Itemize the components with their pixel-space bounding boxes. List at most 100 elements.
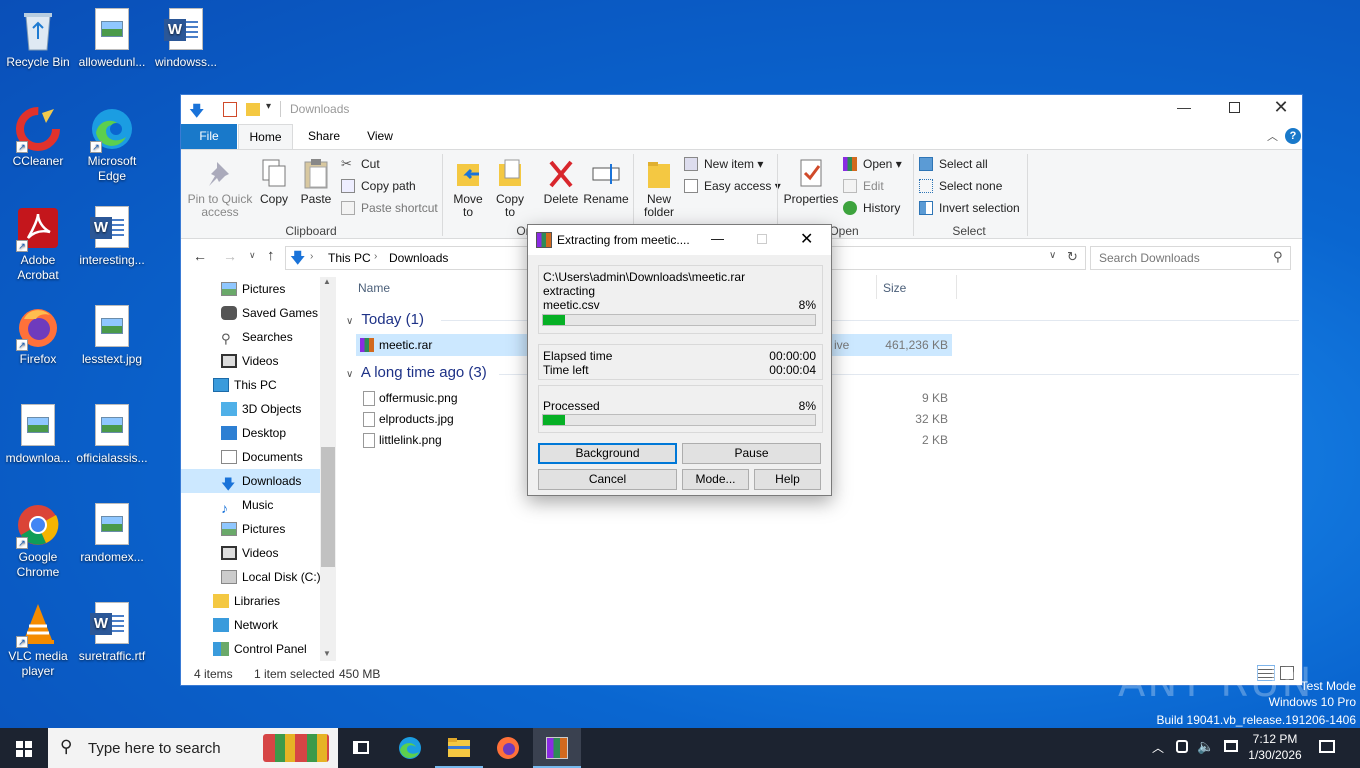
nav-item-music[interactable]: ♪ Music — [181, 493, 321, 517]
desktop-icon-file[interactable]: allowedunl... — [74, 8, 150, 70]
tab-home[interactable]: Home — [238, 124, 293, 150]
taskbar-firefox[interactable] — [484, 728, 532, 768]
desktop-icon-file[interactable]: officialassis... — [74, 404, 150, 466]
group-header-today[interactable]: ∨ Today (1) — [346, 311, 424, 328]
paste-button[interactable]: Paste — [297, 158, 335, 206]
easy-access-button[interactable]: Easy access ▾ — [684, 176, 781, 196]
rename-button[interactable]: Rename — [583, 158, 629, 206]
nav-item-searches[interactable]: ⚲ Searches — [181, 325, 321, 349]
notifications-icon[interactable] — [1319, 740, 1335, 753]
copy-button[interactable]: Copy — [255, 158, 293, 206]
nav-item-documents[interactable]: Documents — [181, 445, 321, 469]
background-button[interactable]: Background — [538, 443, 677, 464]
invert-selection-button[interactable]: Invert selection — [919, 198, 1020, 218]
taskbar-file-explorer[interactable] — [435, 728, 483, 768]
new-item-button[interactable]: New item ▾ — [684, 154, 763, 174]
nav-scrollbar-thumb[interactable] — [321, 447, 335, 567]
desktop-icon-recycle-bin[interactable]: Recycle Bin — [0, 8, 76, 70]
nav-item-videos[interactable]: Videos — [181, 541, 321, 565]
taskbar-search-input[interactable]: Type here to search — [88, 740, 221, 757]
recent-locations-icon[interactable]: ∨ — [249, 250, 256, 261]
desktop-icon-file[interactable]: lesstext.jpg — [74, 305, 150, 367]
show-hidden-icons-button[interactable]: ︿ — [1152, 739, 1164, 756]
search-input[interactable]: Search Downloads — [1099, 251, 1200, 265]
pin-quick-access-button[interactable]: Pin to Quick access — [185, 158, 255, 219]
dialog-close-button[interactable]: ✕ — [800, 229, 813, 249]
nav-item-libraries[interactable]: Libraries — [181, 589, 321, 613]
delete-button[interactable]: Delete — [539, 158, 583, 206]
tab-view[interactable]: View — [355, 124, 405, 149]
nav-item-network[interactable]: Network — [181, 613, 321, 637]
nav-item-desktop[interactable]: Desktop — [181, 421, 321, 445]
dialog-minimize-button[interactable]: — — [711, 231, 724, 246]
nav-item-downloads[interactable]: 🡇 Downloads — [181, 469, 321, 493]
pause-button[interactable]: Pause — [682, 443, 821, 464]
tab-share[interactable]: Share — [299, 124, 349, 149]
desktop-icon-ccleaner[interactable]: ↗ CCleaner — [0, 107, 76, 169]
minimize-button[interactable]: — — [1174, 99, 1194, 115]
forward-button[interactable]: → — [223, 248, 237, 264]
address-dropdown-icon[interactable]: ∨ — [1049, 250, 1056, 261]
column-header-name[interactable]: Name — [358, 281, 390, 295]
nav-item-pictures[interactable]: Pictures — [181, 277, 321, 301]
mode-button[interactable]: Mode... — [682, 469, 749, 490]
copy-path-button[interactable]: Copy path — [341, 176, 416, 196]
nav-scrollbar[interactable]: ▲ ▼ — [320, 277, 336, 661]
back-button[interactable]: ← — [193, 248, 207, 264]
taskbar-winrar[interactable] — [533, 728, 581, 768]
copy-to-button[interactable]: Copy to — [491, 158, 529, 219]
desktop-icon-file[interactable]: W interesting... — [74, 206, 150, 268]
help-button[interactable]: Help — [754, 469, 821, 490]
collapse-ribbon-icon[interactable]: ︿ — [1267, 128, 1278, 144]
help-icon[interactable]: ? — [1285, 128, 1301, 144]
new-folder-quick-icon[interactable] — [246, 103, 260, 116]
breadcrumb-downloads[interactable]: Downloads — [389, 251, 448, 265]
start-button[interactable] — [0, 728, 48, 768]
up-button[interactable]: ↑ — [267, 247, 275, 264]
desktop-icon-file[interactable]: W suretraffic.rtf — [74, 602, 150, 664]
tab-file[interactable]: File — [181, 124, 237, 149]
history-button[interactable]: History — [843, 198, 900, 218]
group-header-older[interactable]: ∨ A long time ago (3) — [346, 364, 487, 381]
properties-quick-icon[interactable] — [223, 102, 237, 117]
search-box[interactable]: Search Downloads ⚲ — [1090, 246, 1291, 270]
desktop-icon-edge[interactable]: ↗ Microsoft Edge — [74, 107, 150, 184]
select-all-button[interactable]: Select all — [919, 154, 988, 174]
cut-button[interactable]: ✂ Cut — [341, 154, 380, 174]
move-to-button[interactable]: Move to — [449, 158, 487, 219]
nav-item-saved-games[interactable]: Saved Games — [181, 301, 321, 325]
properties-button[interactable]: Properties — [783, 158, 839, 206]
volume-icon[interactable]: 🔈 — [1197, 738, 1214, 755]
nav-item-control-panel[interactable]: Control Panel — [181, 637, 321, 661]
desktop-icon-acrobat[interactable]: ↗ Adobe Acrobat — [0, 206, 76, 283]
edit-button[interactable]: Edit — [843, 176, 884, 196]
close-button[interactable]: ✕ — [1271, 97, 1291, 118]
column-header-size[interactable]: Size — [883, 281, 906, 295]
network-icon[interactable] — [1224, 740, 1238, 752]
desktop-icon-file[interactable]: randomex... — [74, 503, 150, 565]
desktop-icon-file[interactable]: mdownloa... — [0, 404, 76, 466]
task-view-button[interactable] — [338, 728, 386, 768]
desktop-icon-chrome[interactable]: ↗ Google Chrome — [0, 503, 76, 580]
meet-now-icon[interactable] — [1176, 740, 1188, 753]
desktop-icon-vlc[interactable]: ↗ VLC media player — [0, 602, 76, 679]
select-none-button[interactable]: Select none — [919, 176, 1002, 196]
nav-item-pictures[interactable]: Pictures — [181, 517, 321, 541]
quick-access-down-icon[interactable]: 🡇 — [189, 101, 204, 126]
customize-toolbar-icon[interactable]: ▾ — [266, 101, 271, 112]
new-folder-button[interactable]: New folder — [639, 158, 679, 219]
clock[interactable]: 7:12 PM 1/30/2026 — [1244, 731, 1306, 763]
maximize-button[interactable] — [1229, 102, 1240, 113]
nav-item-3d-objects[interactable]: 3D Objects — [181, 397, 321, 421]
nav-item-local-disk[interactable]: Local Disk (C:) — [181, 565, 321, 589]
desktop-icon-file[interactable]: W windowss... — [148, 8, 224, 70]
refresh-icon[interactable]: ↻ — [1067, 249, 1078, 265]
taskbar-search-box[interactable]: ⚲ Type here to search — [48, 728, 338, 768]
desktop-icon-firefox[interactable]: ↗ Firefox — [0, 305, 76, 367]
taskbar-edge[interactable] — [386, 728, 434, 768]
nav-item-this-pc[interactable]: This PC — [181, 373, 321, 397]
open-button[interactable]: Open ▾ — [843, 154, 902, 174]
nav-item-videos[interactable]: Videos — [181, 349, 321, 373]
breadcrumb-this-pc[interactable]: This PC — [328, 251, 371, 265]
paste-shortcut-button[interactable]: Paste shortcut — [341, 198, 438, 218]
